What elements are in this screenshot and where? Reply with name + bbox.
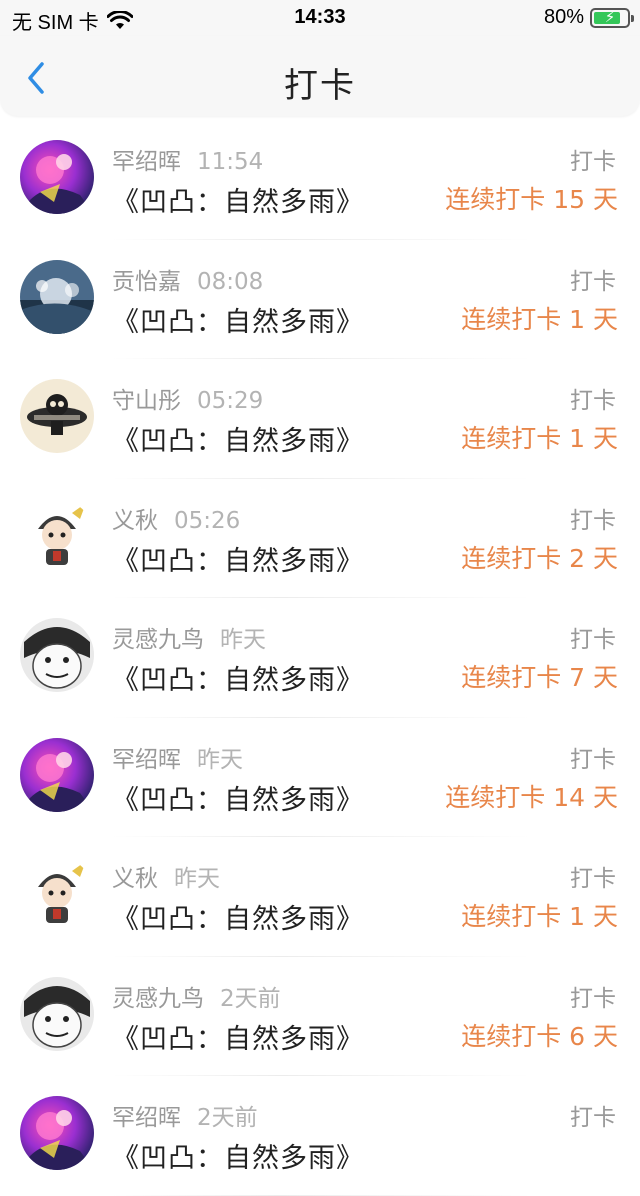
page-title: 打卡 xyxy=(284,66,356,106)
user-name[interactable]: 灵感九鸟 xyxy=(112,986,204,1012)
user-line: 灵感九鸟 昨天 xyxy=(112,620,266,654)
checkin-type: 打卡 xyxy=(570,507,616,534)
user-line: 贡怡嘉 08:08 xyxy=(112,262,263,296)
checkin-row[interactable]: 罕绍晖 2天前 《凹凸：自然多雨》 打卡 xyxy=(0,1076,640,1196)
user-name[interactable]: 守山彤 xyxy=(112,388,181,414)
book-title: 《凹凸：自然多雨》 xyxy=(112,187,364,218)
checkin-time: 2天前 xyxy=(220,985,281,1012)
checkin-type: 打卡 xyxy=(570,627,616,653)
avatar[interactable] xyxy=(20,259,94,334)
user-line: 罕绍晖 昨天 xyxy=(112,740,243,774)
book-title: 《凹凸：自然多雨》 xyxy=(112,665,364,696)
checkin-row[interactable]: 灵感九鸟 2天前 《凹凸：自然多雨》 打卡 连续打卡 6 天 xyxy=(0,957,640,1076)
checkin-row[interactable]: 义秋 05:26 《凹凸：自然多雨》 打卡 连续打卡 2 天 xyxy=(0,479,640,598)
battery-percent: 80% xyxy=(543,6,584,28)
avatar[interactable] xyxy=(20,140,94,214)
navigation-bar: 打卡 xyxy=(0,36,640,116)
checkin-time: 11:54 xyxy=(197,149,264,175)
checkin-time: 08:08 xyxy=(197,268,264,295)
book-title: 《凹凸：自然多雨》 xyxy=(112,904,364,935)
status-bar: 无 SIM 卡 14:33 80% ⚡ xyxy=(0,0,640,36)
avatar[interactable] xyxy=(20,857,94,931)
streak-label: 连续打卡 1 天 xyxy=(461,902,618,931)
user-name[interactable]: 灵感九鸟 xyxy=(112,627,204,653)
checkin-type: 打卡 xyxy=(570,985,616,1012)
book-title: 《凹凸：自然多雨》 xyxy=(112,306,364,338)
battery-group: 80% ⚡ xyxy=(543,6,634,29)
book-title: 《凹凸：自然多雨》 xyxy=(112,426,364,457)
avatar[interactable] xyxy=(20,1096,94,1170)
checkin-time: 昨天 xyxy=(174,866,220,892)
checkin-row[interactable]: 义秋 昨天 《凹凸：自然多雨》 打卡 连续打卡 1 天 xyxy=(0,837,640,957)
checkin-row[interactable]: 罕绍晖 11:54 《凹凸：自然多雨》 打卡 连续打卡 15 天 xyxy=(0,120,640,240)
checkin-type: 打卡 xyxy=(570,388,616,414)
checkin-time: 昨天 xyxy=(197,746,243,773)
row-divider xyxy=(112,1194,532,1196)
checkin-type: 打卡 xyxy=(570,866,616,892)
checkin-time: 05:29 xyxy=(197,388,264,414)
checkin-type: 打卡 xyxy=(570,268,616,295)
book-title: 《凹凸：自然多雨》 xyxy=(112,1143,364,1174)
streak-label: 连续打卡 1 天 xyxy=(461,424,618,453)
avatar[interactable] xyxy=(20,618,94,692)
user-line: 义秋 05:26 xyxy=(112,501,240,535)
avatar[interactable] xyxy=(20,737,94,812)
user-name[interactable]: 义秋 xyxy=(112,866,158,892)
battery-charging-icon: ⚡ xyxy=(590,7,634,28)
user-line: 罕绍晖 2天前 xyxy=(112,1098,258,1132)
user-name[interactable]: 罕绍晖 xyxy=(112,747,181,773)
bolt-icon: ⚡ xyxy=(604,8,616,26)
user-name[interactable]: 罕绍晖 xyxy=(112,149,181,175)
user-line: 灵感九鸟 2天前 xyxy=(112,979,281,1013)
book-title: 《凹凸：自然多雨》 xyxy=(112,784,364,816)
checkin-list[interactable]: 罕绍晖 11:54 《凹凸：自然多雨》 打卡 连续打卡 15 天 贡怡嘉 08:08… xyxy=(0,120,640,1196)
user-line: 守山彤 05:29 xyxy=(112,381,263,415)
streak-label: 连续打卡 1 天 xyxy=(461,304,618,334)
streak-label: 连续打卡 6 天 xyxy=(461,1021,618,1051)
checkin-row[interactable]: 灵感九鸟 昨天 《凹凸：自然多雨》 打卡 连续打卡 7 天 xyxy=(0,598,640,718)
user-line: 罕绍晖 11:54 xyxy=(112,142,263,176)
avatar[interactable] xyxy=(20,498,94,573)
user-name[interactable]: 贡怡嘉 xyxy=(112,269,181,295)
checkin-type: 打卡 xyxy=(570,149,616,175)
book-title: 《凹凸：自然多雨》 xyxy=(112,1023,364,1055)
streak-label: 连续打卡 7 天 xyxy=(461,663,618,692)
streak-label: 连续打卡 15 天 xyxy=(445,185,618,214)
user-name[interactable]: 罕绍晖 xyxy=(112,1105,181,1131)
avatar[interactable] xyxy=(20,976,94,1051)
book-title: 《凹凸：自然多雨》 xyxy=(112,545,364,577)
checkin-type: 打卡 xyxy=(570,746,616,773)
avatar[interactable] xyxy=(20,379,94,453)
checkin-time: 昨天 xyxy=(220,627,266,653)
streak-label: 连续打卡 2 天 xyxy=(461,543,618,573)
checkin-time: 2天前 xyxy=(197,1105,258,1131)
checkin-row[interactable]: 罕绍晖 昨天 《凹凸：自然多雨》 打卡 连续打卡 14 天 xyxy=(0,718,640,837)
user-name[interactable]: 义秋 xyxy=(112,508,158,534)
user-line: 义秋 昨天 xyxy=(112,859,220,893)
checkin-row[interactable]: 贡怡嘉 08:08 《凹凸：自然多雨》 打卡 连续打卡 1 天 xyxy=(0,240,640,359)
checkin-row[interactable]: 守山彤 05:29 《凹凸：自然多雨》 打卡 连续打卡 1 天 xyxy=(0,359,640,479)
streak-label: 连续打卡 14 天 xyxy=(445,782,618,812)
checkin-type: 打卡 xyxy=(570,1105,616,1131)
checkin-time: 05:26 xyxy=(174,507,241,534)
